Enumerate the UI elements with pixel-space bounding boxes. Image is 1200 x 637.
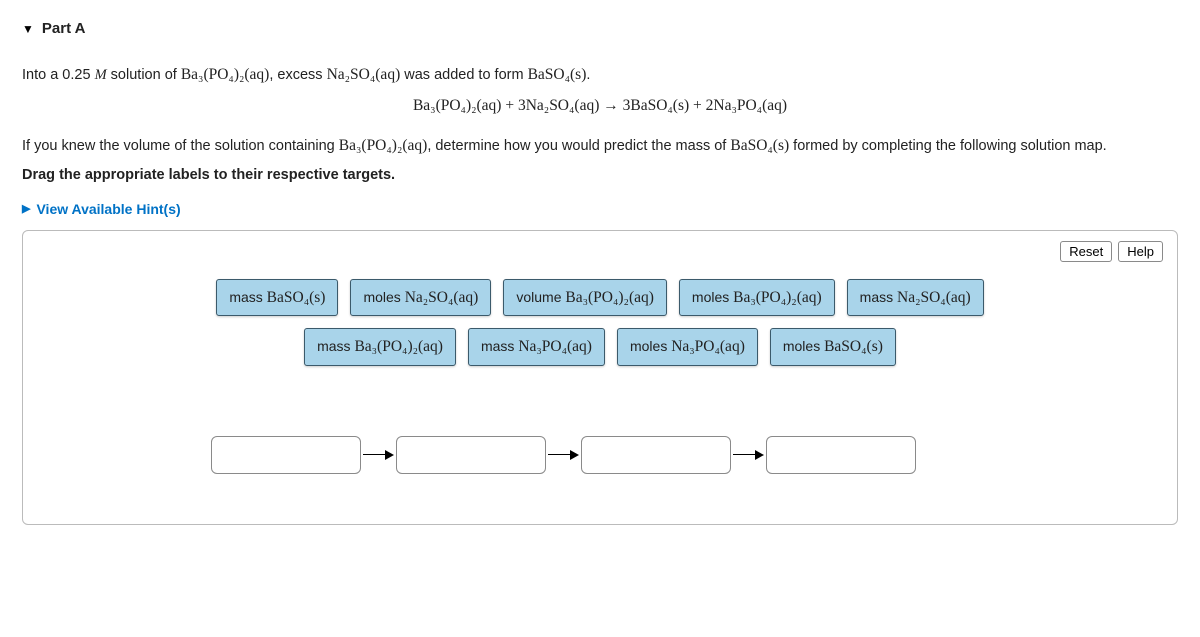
arrow-icon	[733, 450, 764, 460]
chip-prefix: mass	[317, 338, 354, 354]
product: BaSO₄(s)	[528, 66, 587, 83]
part-header[interactable]: ▼ Part A	[22, 18, 1178, 41]
draggable-chip[interactable]: moles BaSO₄(s)	[770, 328, 896, 365]
reagent: Na₂SO₄(aq)	[327, 66, 401, 83]
chip-prefix: moles	[783, 338, 824, 354]
chip-formula: Na₃PO₄(aq)	[518, 338, 592, 355]
draggable-chip[interactable]: moles Na₂SO₄(aq)	[350, 279, 491, 316]
chip-prefix: moles	[363, 289, 404, 305]
draggable-chip[interactable]: mass Na₃PO₄(aq)	[468, 328, 605, 365]
chip-bank: mass BaSO₄(s)moles Na₂SO₄(aq)volume Ba₃(…	[41, 279, 1159, 366]
text-seg: was added to form	[400, 67, 527, 83]
chip-prefix: mass	[481, 338, 518, 354]
draggable-chip[interactable]: moles Na₃PO₄(aq)	[617, 328, 758, 365]
chip-formula: Ba₃(PO₄)₂(aq)	[565, 289, 654, 306]
product: BaSO₄(s)	[730, 137, 789, 154]
chip-prefix: mass	[860, 289, 897, 305]
chemical-equation: Ba₃(PO₄)₂(aq) + 3Na₂SO₄(aq) → 3BaSO₄(s) …	[22, 94, 1178, 117]
reagent: Ba₃(PO₄)₂(aq)	[339, 137, 428, 154]
chip-prefix: volume	[516, 289, 565, 305]
drop-target[interactable]	[581, 436, 731, 474]
text-seg: , excess	[269, 67, 326, 83]
chip-prefix: mass	[229, 289, 266, 305]
chip-formula: BaSO₄(s)	[824, 338, 883, 355]
chip-prefix: moles	[692, 289, 733, 305]
drag-instruction: Drag the appropriate labels to their res…	[22, 165, 1178, 187]
drop-target[interactable]	[211, 436, 361, 474]
drag-workspace: Reset Help mass BaSO₄(s)moles Na₂SO₄(aq)…	[22, 230, 1178, 525]
view-hints-link[interactable]: ▶ View Available Hint(s)	[22, 199, 1178, 220]
collapse-icon: ▼	[22, 20, 34, 38]
help-button[interactable]: Help	[1118, 241, 1163, 262]
text-seg: .	[586, 67, 590, 83]
chip-row: mass BaSO₄(s) moles Na₂SO₄(aq) volume Ba₃(…	[216, 279, 983, 316]
chip-formula: BaSO₄(s)	[267, 289, 326, 306]
text-seg: , determine how you would predict the ma…	[427, 138, 730, 154]
reagent: Ba₃(PO₄)₂(aq)	[181, 66, 270, 83]
reset-button[interactable]: Reset	[1060, 241, 1112, 262]
solution-map	[41, 436, 1159, 474]
text-seg: Into a 0.25	[22, 67, 95, 83]
expand-icon: ▶	[22, 201, 30, 218]
arrow-icon	[363, 450, 394, 460]
part-label: Part A	[42, 18, 86, 41]
chip-formula: Na₂SO₄(aq)	[405, 289, 479, 306]
arrow-icon	[548, 450, 579, 460]
prompt-line-1: Into a 0.25 M solution of Ba₃(PO₄)₂(aq),…	[22, 63, 1178, 87]
hints-label: View Available Hint(s)	[36, 199, 180, 220]
draggable-chip[interactable]: moles Ba₃(PO₄)₂(aq)	[679, 279, 835, 316]
molarity-symbol: M	[95, 67, 107, 83]
chip-formula: Na₂SO₄(aq)	[897, 289, 971, 306]
text-seg: formed by completing the following solut…	[789, 138, 1107, 154]
prompt-line-2: If you knew the volume of the solution c…	[22, 134, 1178, 158]
drop-target[interactable]	[396, 436, 546, 474]
draggable-chip[interactable]: mass Na₂SO₄(aq)	[847, 279, 984, 316]
chip-formula: Ba₃(PO₄)₂(aq)	[733, 289, 822, 306]
chip-formula: Na₃PO₄(aq)	[671, 338, 745, 355]
draggable-chip[interactable]: mass BaSO₄(s)	[216, 279, 338, 316]
text-seg: solution of	[107, 67, 181, 83]
chip-row: mass Ba₃(PO₄)₂(aq)mass Na₃PO₄(aq)moles N…	[304, 328, 896, 365]
text-seg: If you knew the volume of the solution c…	[22, 138, 339, 154]
chip-formula: Ba₃(PO₄)₂(aq)	[354, 338, 443, 355]
draggable-chip[interactable]: volume Ba₃(PO₄)₂(aq)	[503, 279, 667, 316]
drop-target[interactable]	[766, 436, 916, 474]
draggable-chip[interactable]: mass Ba₃(PO₄)₂(aq)	[304, 328, 456, 365]
chip-prefix: moles	[630, 338, 671, 354]
